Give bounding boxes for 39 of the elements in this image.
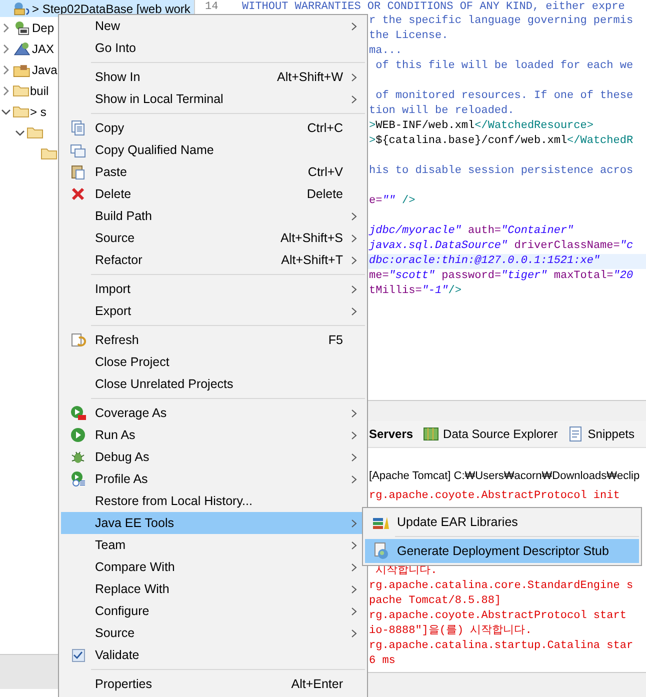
code-line: tion will be reloaded. [369,105,514,117]
tree-label: > s [30,104,46,118]
code-line: >${catalina.base}/conf/web.xml</WatchedR [369,135,634,147]
console-header: [Apache Tomcat] C:₩Users₩acorn₩Downloads₩eclip [369,470,640,482]
code-line: jdbc/myoracle" auth="Container" [369,225,574,237]
console-line: rg.apache.coyote.AbstractProtocol init [369,490,620,502]
code-line: tMillis="-1"/> [369,285,462,297]
code-line: WITHOUT WARRANTIES OR CONDITIONS OF ANY KIND, either expre [242,1,625,13]
code-line: r the specific language governing permis [369,15,634,27]
tree-label: Java [32,62,58,76]
console-line: rg.apache.catalina.core.StandardEngine s [369,580,634,592]
code-line: ma... [369,45,402,57]
line-number: 14 [205,1,218,13]
shortcut-text: Alt+Enter [291,677,343,691]
code-line: e="" /> [369,195,416,207]
tree-label: JAX [32,42,54,56]
shortcut-text: Delete [306,187,343,201]
shortcut-text: Alt+Shift+T [281,253,343,267]
code-line: javax.sql.DataSource" driverClassName="c [369,240,634,252]
console-line: rg.apache.coyote.AbstractProtocol start [369,610,626,622]
code-line: dbc:oracle:thin:@127.0.0.1:1521:xe" [369,255,600,267]
shortcut-text: Alt+Shift+W [277,70,343,84]
code-line: of monitored resources. If one of these [374,90,634,102]
shortcut-text: Ctrl+V [308,165,343,179]
code-line: the License. [369,30,448,42]
console-line: rg.apache.catalina.startup.Catalina star [369,640,634,652]
tree-label: Dep [32,20,54,34]
code-line: me="scott" password="tiger" maxTotal="20 [369,270,634,282]
code-line: his to disable session persistence acros [369,165,634,177]
tree-label: buil [30,84,49,98]
code-line: of this file will be loaded for each we [374,60,634,72]
tree-label: > Step02DataBase [web work [32,2,190,16]
console-line: pache Tomcat/8.5.88] [369,595,502,607]
code-line: >WEB-INF/web.xml</WatchedResource> [369,120,594,132]
shortcut-text: Ctrl+C [307,121,343,135]
shortcut-text: Alt+Shift+S [280,231,343,245]
shortcut-text: F5 [328,333,343,347]
console-line: 6 ms [369,655,396,667]
console-line: io-8888"]을(를) 시작합니다. [369,625,532,637]
